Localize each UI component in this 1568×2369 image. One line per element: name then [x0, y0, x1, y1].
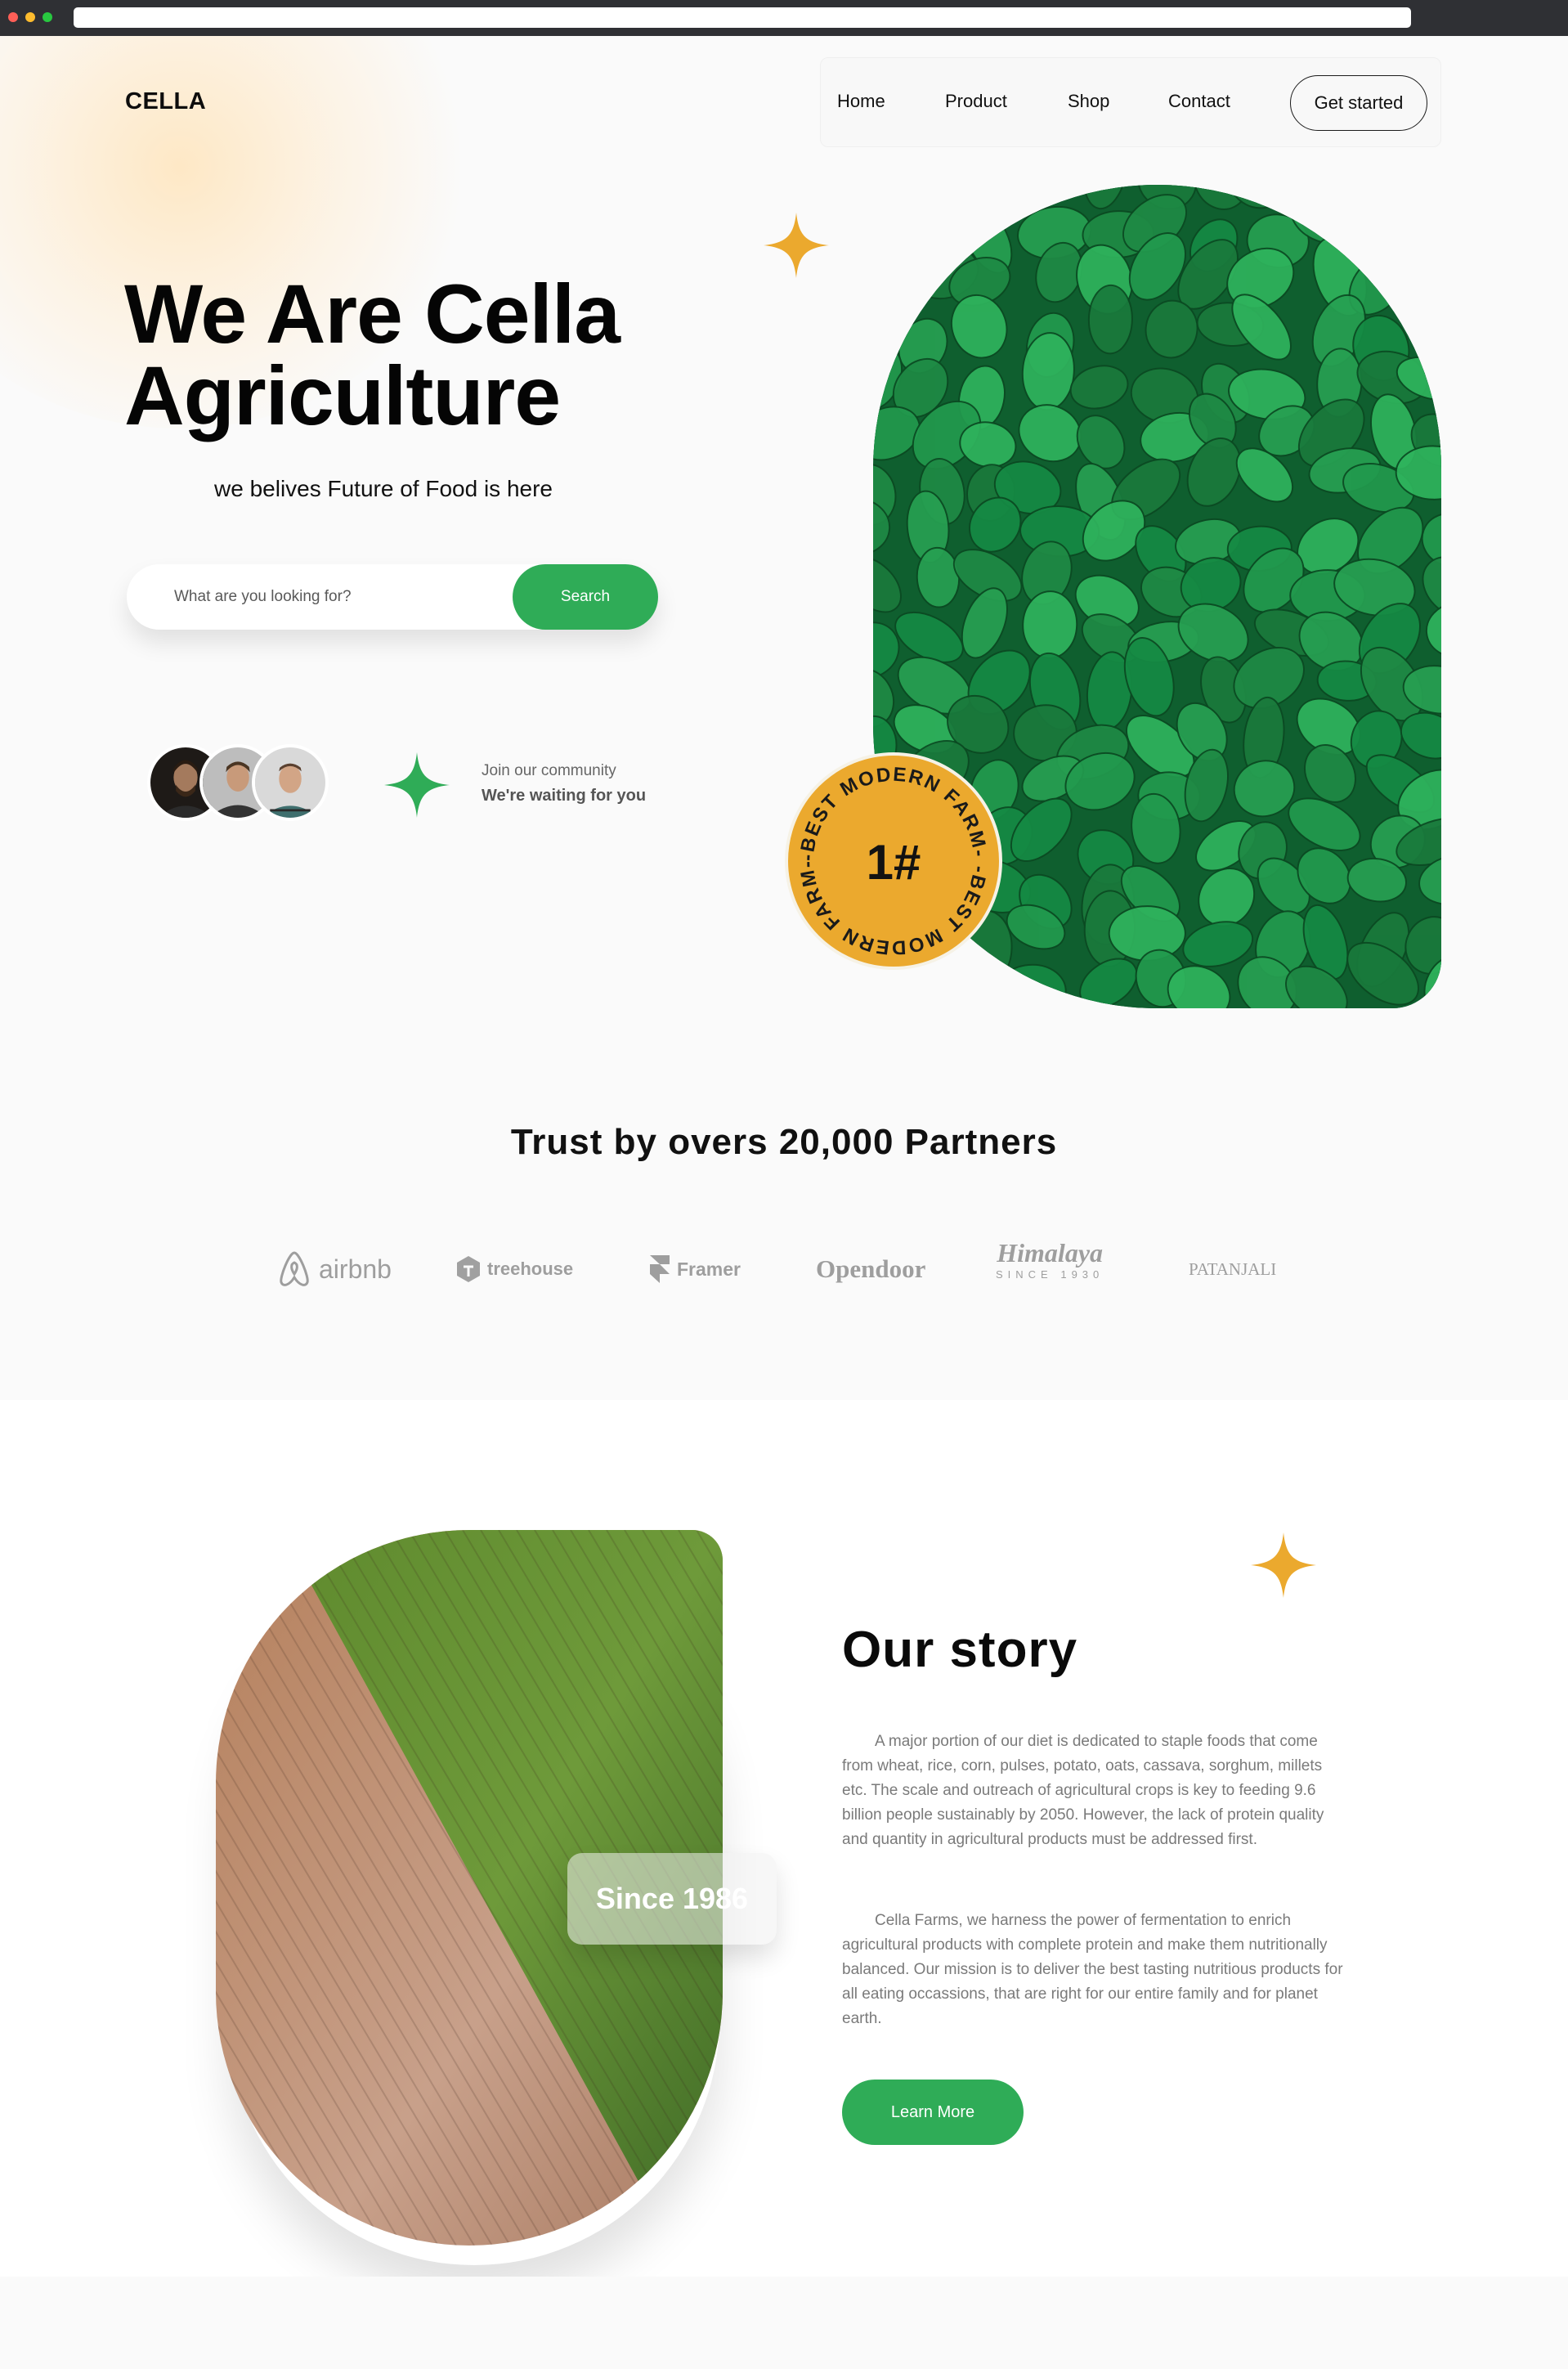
sparkle-green-icon — [384, 752, 450, 818]
search-bar: Search — [127, 564, 658, 630]
airbnb-icon — [280, 1251, 309, 1286]
close-window-dot[interactable] — [8, 12, 18, 22]
leaf-shape — [896, 191, 973, 254]
hero-title: We Are Cella Agriculture — [124, 272, 746, 437]
trust-title: Trust by overs 20,000 Partners — [510, 1122, 1058, 1162]
leaf-shape — [952, 970, 1008, 1008]
leaf-shape — [873, 249, 907, 316]
next-section-strip — [0, 2277, 1568, 2369]
sparkle-gold-icon — [764, 213, 829, 278]
brand-name: Himalaya — [997, 1238, 1104, 1268]
maximize-window-dot[interactable] — [43, 12, 52, 22]
leaf-shape — [1373, 185, 1423, 213]
story-title: Our story — [842, 1622, 1078, 1678]
leaf-shape — [1400, 242, 1441, 303]
get-started-button[interactable]: Get started — [1290, 75, 1427, 131]
hero-section: CELLA Home Product Shop Contact Get star… — [0, 36, 1568, 1400]
main-nav: Home Product Shop Contact Get started — [820, 57, 1441, 147]
community-label: Join our community — [482, 762, 616, 779]
community-tagline: We're waiting for you — [482, 787, 647, 805]
hero-title-line1: We Are Cella — [124, 267, 620, 361]
search-input[interactable] — [174, 581, 485, 613]
address-bar[interactable] — [74, 7, 1411, 28]
brand-opendoor: Opendoor — [816, 1245, 925, 1294]
nav-contact[interactable]: Contact — [1168, 91, 1230, 112]
leaf-shape — [907, 1007, 988, 1008]
hero-subtitle: we belives Future of Food is here — [214, 476, 553, 501]
brand-name: Opendoor — [816, 1254, 926, 1283]
story-paragraph-2: Cella Farms, we harness the power of fer… — [842, 1912, 1343, 2027]
nav-shop[interactable]: Shop — [1068, 91, 1109, 112]
brand-framer: Framer — [649, 1245, 741, 1294]
leaf-shape — [1429, 312, 1441, 365]
leaf-shape — [903, 185, 967, 195]
minimize-window-dot[interactable] — [25, 12, 35, 22]
brand-himalaya: Himalaya SINCE 1930 — [996, 1238, 1104, 1287]
brand-name: treehouse — [487, 1259, 574, 1279]
leaf-shape — [1301, 185, 1369, 213]
best-farm-badge: -BEST MODERN FARM- -BEST MODERN FARM- 1# — [785, 752, 1002, 970]
learn-more-button[interactable]: Learn More — [842, 2080, 1024, 2145]
since-year-card: Since 1986 — [567, 1853, 777, 1945]
brand-name: PATANJALI — [1189, 1259, 1277, 1279]
site-logo[interactable]: CELLA — [125, 88, 206, 115]
search-button[interactable]: Search — [513, 564, 658, 630]
leaf-shape — [1087, 284, 1133, 355]
leaf-shape — [873, 205, 903, 254]
story-paragraph-1: A major portion of our diet is dedicated… — [842, 1733, 1324, 1848]
badge-number: 1# — [866, 835, 921, 890]
framer-icon — [650, 1255, 670, 1283]
brand-name: airbnb — [319, 1254, 392, 1284]
hero-title-line2: Agriculture — [124, 349, 561, 442]
browser-chrome — [0, 0, 1568, 36]
avatar — [252, 744, 329, 821]
community-avatars — [147, 744, 343, 823]
brand-name: Framer — [677, 1258, 741, 1280]
brand-patanjali: PATANJALI — [1189, 1245, 1276, 1294]
brand-tagline: SINCE 1930 — [996, 1268, 1104, 1281]
leaf-shape — [1108, 905, 1186, 962]
nav-home[interactable]: Home — [837, 91, 885, 112]
leaf-shape — [1397, 204, 1441, 249]
leaf-shape — [1372, 195, 1424, 258]
leaf-shape — [1402, 185, 1441, 220]
brand-airbnb: airbnb — [276, 1245, 392, 1294]
community-text: Join our community We're waiting for you — [482, 762, 646, 805]
nav-product[interactable]: Product — [945, 91, 1007, 112]
treehouse-icon — [457, 1256, 480, 1282]
sparkle-gold-icon — [1251, 1532, 1316, 1598]
leaf-shape — [873, 185, 894, 211]
brand-treehouse: treehouse — [456, 1245, 573, 1294]
leaf-shape — [964, 185, 1030, 200]
